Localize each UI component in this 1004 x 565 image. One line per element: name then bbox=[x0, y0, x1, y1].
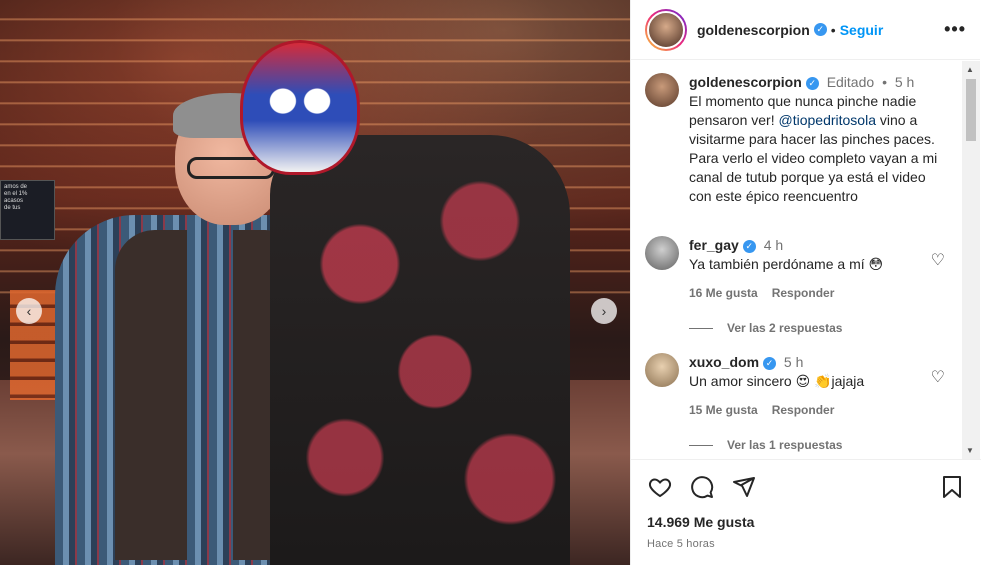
view-replies-button[interactable]: Ver las 2 respuestas bbox=[689, 321, 967, 335]
chevron-right-icon: › bbox=[601, 303, 607, 319]
comment-time[interactable]: 4 h bbox=[764, 237, 783, 253]
comments-section[interactable]: goldenescorpion ✓ Editado • 5 h El moment… bbox=[631, 61, 981, 459]
comment-text: Un amor sincero 😍 👏jajaja bbox=[689, 373, 865, 389]
view-replies-label: Ver las 2 respuestas bbox=[727, 321, 843, 335]
comment-avatar[interactable] bbox=[645, 236, 679, 270]
comment-likes[interactable]: 16 Me gusta bbox=[689, 284, 758, 303]
comment-content: xuxo_dom ✓ 5 h Un amor sincero 😍 👏jajaja … bbox=[689, 353, 951, 420]
instagram-post-modal: amos de en el 1% acasos de tus ‹ › golde… bbox=[0, 0, 1004, 565]
save-button[interactable] bbox=[939, 474, 965, 500]
share-icon bbox=[733, 477, 755, 497]
comment-like-heart-icon[interactable]: ♡ bbox=[931, 367, 945, 387]
post-header: goldenescorpion ✓ • Seguir ••• bbox=[631, 0, 980, 60]
scrollbar-thumb[interactable] bbox=[966, 79, 976, 141]
reply-button[interactable]: Responder bbox=[772, 401, 835, 420]
comment-content: fer_gay ✓ 4 h Ya también perdóname a mí 😳… bbox=[689, 236, 951, 303]
caption-dot: • bbox=[882, 74, 887, 90]
comment-username[interactable]: fer_gay bbox=[689, 237, 739, 253]
verified-icon: ✓ bbox=[805, 77, 819, 90]
replies-divider bbox=[689, 327, 713, 329]
verified-icon: ✓ bbox=[763, 357, 777, 370]
post-timestamp[interactable]: Hace 5 horas bbox=[647, 538, 965, 550]
carousel-prev-button[interactable]: ‹ bbox=[16, 298, 42, 324]
view-replies-button[interactable]: Ver las 1 respuestas bbox=[689, 438, 967, 452]
caption: goldenescorpion ✓ Editado • 5 h El moment… bbox=[645, 73, 967, 206]
caption-avatar[interactable] bbox=[645, 73, 679, 107]
view-replies-label: Ver las 1 respuestas bbox=[727, 438, 843, 452]
comment-username[interactable]: xuxo_dom bbox=[689, 354, 759, 370]
comment-button[interactable] bbox=[689, 474, 715, 500]
carousel-next-button[interactable]: › bbox=[591, 298, 617, 324]
post-sidebar: goldenescorpion ✓ • Seguir ••• goldenesc… bbox=[630, 0, 981, 565]
author-avatar[interactable] bbox=[645, 8, 687, 51]
likes-count[interactable]: 14.969 Me gusta bbox=[647, 514, 965, 530]
caption-content: goldenescorpion ✓ Editado • 5 h El moment… bbox=[689, 73, 951, 206]
caption-mention[interactable]: @tiopedritosola bbox=[779, 112, 877, 128]
comment-avatar[interactable] bbox=[645, 353, 679, 387]
comment-icon bbox=[691, 476, 714, 499]
background-screen-text: amos de en el 1% acasos de tus bbox=[4, 184, 28, 211]
post-actions: 14.969 Me gusta Hace 5 horas bbox=[631, 459, 981, 550]
comment-text: Ya también perdóname a mí 😳 bbox=[689, 256, 884, 272]
wrestling-mask bbox=[240, 40, 360, 175]
bookmark-icon bbox=[943, 476, 961, 498]
more-options-icon[interactable]: ••• bbox=[944, 19, 966, 40]
caption-time[interactable]: 5 h bbox=[895, 74, 914, 90]
comment-like-heart-icon[interactable]: ♡ bbox=[931, 250, 945, 270]
follow-button[interactable]: Seguir bbox=[840, 22, 884, 38]
post-photo[interactable]: amos de en el 1% acasos de tus ‹ › bbox=[0, 0, 630, 565]
caption-username[interactable]: goldenescorpion bbox=[689, 74, 802, 90]
comment: fer_gay ✓ 4 h Ya también perdóname a mí 😳… bbox=[645, 236, 967, 303]
share-button[interactable] bbox=[731, 474, 757, 500]
background-screen: amos de en el 1% acasos de tus bbox=[0, 180, 55, 240]
comment-time[interactable]: 5 h bbox=[784, 354, 803, 370]
person-right-luchador bbox=[230, 40, 570, 565]
verified-icon: ✓ bbox=[742, 240, 756, 253]
scroll-up-icon[interactable]: ▲ bbox=[966, 65, 974, 74]
reply-button[interactable]: Responder bbox=[772, 284, 835, 303]
floral-jacket bbox=[270, 135, 570, 565]
chevron-left-icon: ‹ bbox=[26, 303, 32, 319]
comment-likes[interactable]: 15 Me gusta bbox=[689, 401, 758, 420]
separator-dot: • bbox=[830, 21, 836, 38]
caption-edited: Editado bbox=[826, 74, 875, 90]
comment: xuxo_dom ✓ 5 h Un amor sincero 😍 👏jajaja … bbox=[645, 353, 967, 420]
heart-icon bbox=[648, 478, 672, 498]
scroll-down-icon[interactable]: ▼ bbox=[966, 446, 974, 455]
verified-icon: ✓ bbox=[813, 23, 827, 36]
comments-scrollbar[interactable]: ▲ ▼ bbox=[962, 61, 980, 459]
replies-divider bbox=[689, 444, 713, 446]
author-username[interactable]: goldenescorpion bbox=[697, 22, 810, 38]
like-button[interactable] bbox=[647, 474, 673, 500]
